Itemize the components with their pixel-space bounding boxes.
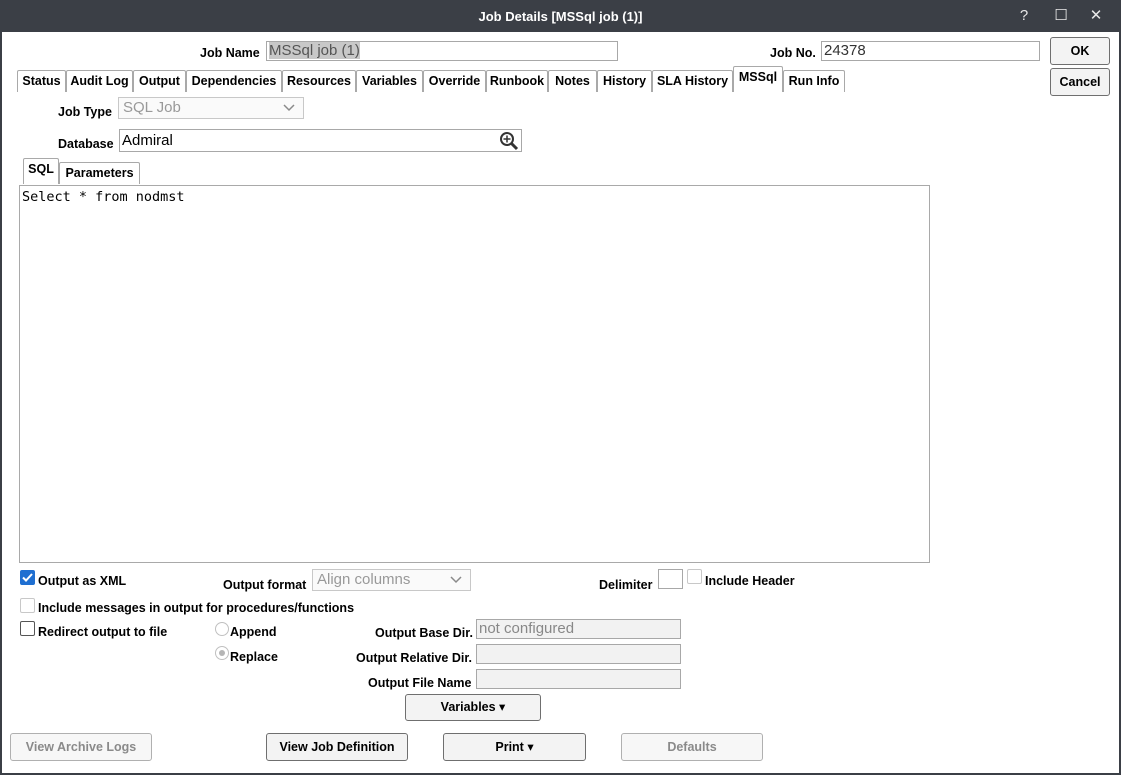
tab-dependencies[interactable]: Dependencies [186,70,282,92]
job-no-field[interactable]: 24378 [821,41,1040,61]
cancel-button[interactable]: Cancel [1050,68,1110,96]
tab-run-info[interactable]: Run Info [783,70,845,92]
output-format-value: Align columns [317,571,411,588]
tab-history[interactable]: History [597,70,652,92]
append-radio[interactable] [215,622,229,636]
output-as-xml-label: Output as XML [38,574,127,588]
output-format-select[interactable]: Align columns [312,569,471,591]
subtab-parameters[interactable]: Parameters [59,162,140,184]
chevron-down-icon [283,98,295,124]
tab-resources[interactable]: Resources [282,70,356,92]
tab-status[interactable]: Status [17,70,66,92]
include-header-checkbox[interactable] [687,569,702,584]
sql-editor[interactable]: Select * from nodmst [19,185,930,563]
redirect-output-label: Redirect output to file [38,625,168,639]
job-name-label: Job Name [200,46,260,60]
tab-mssql[interactable]: MSSql [733,66,783,92]
output-file-name-label: Output File Name [368,676,472,690]
output-relative-dir-label: Output Relative Dir. [356,651,472,665]
output-as-xml-checkbox[interactable] [20,570,35,585]
database-field[interactable]: Admiral [119,129,522,152]
job-type-select[interactable]: SQL Job [118,97,304,119]
output-base-dir-label: Output Base Dir. [375,626,473,640]
window-title: Job Details [MSSql job (1)] [478,9,643,24]
subtab-sql[interactable]: SQL [23,158,59,184]
database-value: Admiral [122,132,173,149]
job-type-label: Job Type [58,105,112,119]
title-bar: Job Details [MSSql job (1)] ? ☐ ✕ [2,2,1119,32]
append-label: Append [230,625,277,639]
chevron-down-icon [450,570,462,596]
sql-text: Select * from nodmst [22,189,185,205]
help-icon[interactable]: ? [1011,5,1037,27]
database-label: Database [58,137,114,151]
tab-runbook[interactable]: Runbook [486,70,548,92]
defaults-button[interactable]: Defaults [621,733,763,761]
redirect-output-checkbox[interactable] [20,621,35,636]
output-base-dir-field[interactable]: not configured [476,619,681,639]
delimiter-label: Delimiter [599,578,653,592]
include-header-label: Include Header [705,574,795,588]
job-type-value: SQL Job [123,99,181,116]
delimiter-field[interactable] [658,569,683,589]
ok-button[interactable]: OK [1050,37,1110,65]
view-archive-logs-button[interactable]: View Archive Logs [10,733,152,761]
include-messages-label: Include messages in output for procedure… [38,601,355,615]
job-details-window: Job Details [MSSql job (1)] ? ☐ ✕ Job Na… [0,0,1121,775]
job-name-value: MSSql job (1) [269,42,360,59]
checkmark-icon [22,573,33,582]
view-job-definition-button[interactable]: View Job Definition [266,733,408,761]
tab-notes[interactable]: Notes [548,70,597,92]
tab-sla-history[interactable]: SLA History [652,70,733,92]
replace-label: Replace [230,650,278,664]
maximize-icon[interactable]: ☐ [1048,5,1074,27]
tab-override[interactable]: Override [423,70,486,92]
include-messages-checkbox[interactable] [20,598,35,613]
search-icon[interactable] [499,131,519,151]
job-name-field[interactable]: MSSql job (1) [266,41,618,61]
output-relative-dir-field[interactable] [476,644,681,664]
variables-button[interactable]: Variables ▾ [405,694,541,721]
print-button[interactable]: Print ▾ [443,733,586,761]
output-file-name-field[interactable] [476,669,681,689]
job-no-label: Job No. [770,46,816,60]
tab-audit-log[interactable]: Audit Log [66,70,133,92]
tab-variables[interactable]: Variables [356,70,423,92]
close-icon[interactable]: ✕ [1083,5,1109,27]
replace-radio[interactable] [215,646,229,660]
tab-output[interactable]: Output [133,70,186,92]
output-format-label: Output format [223,578,307,592]
